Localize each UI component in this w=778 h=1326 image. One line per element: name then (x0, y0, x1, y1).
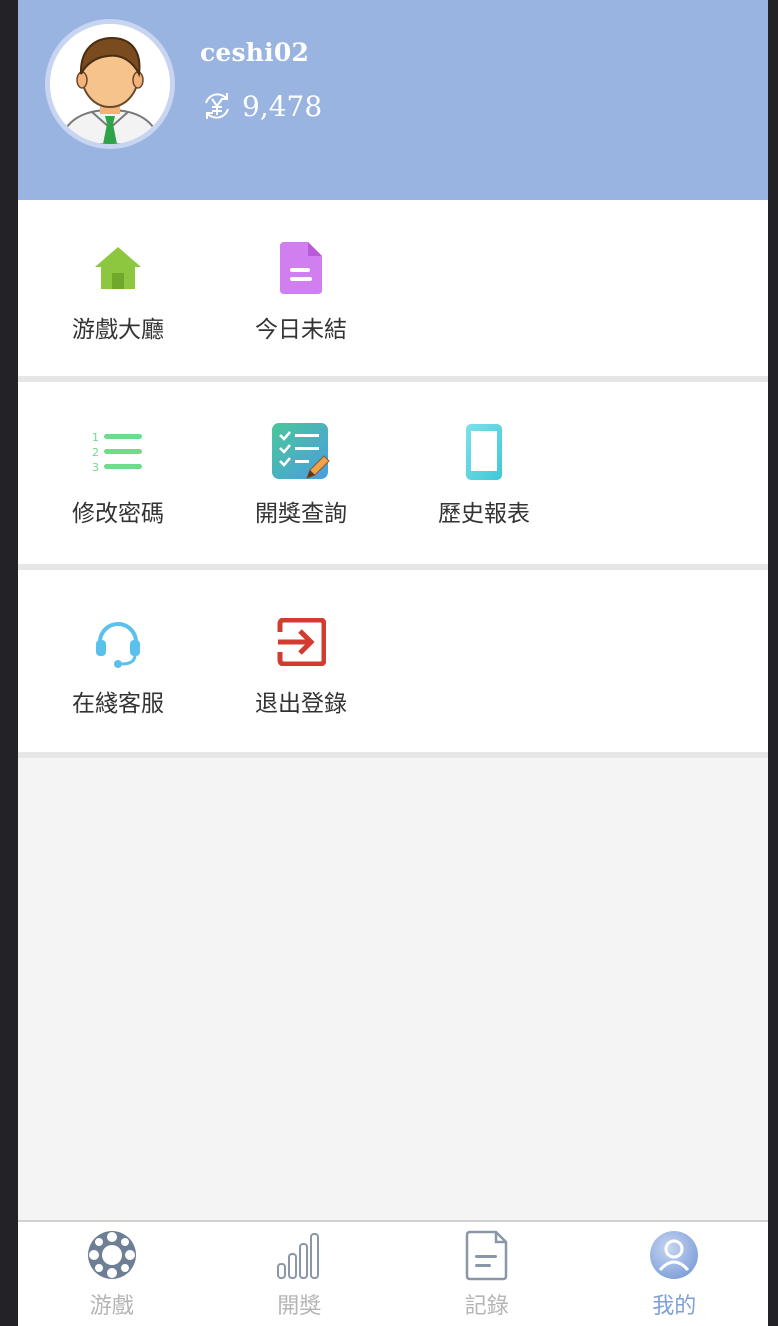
menu-item-label: 今日未結 (255, 317, 347, 343)
logout-icon (271, 612, 331, 672)
menu-item-draw-results[interactable]: 開獎查詢 (236, 422, 366, 528)
menu-item-label: 在綫客服 (72, 691, 164, 717)
username: ceshi02 (200, 38, 310, 67)
tab-records[interactable]: 記錄 (393, 1222, 581, 1326)
user-avatar-icon[interactable] (50, 24, 170, 144)
home-icon (88, 238, 148, 298)
tablet-icon (454, 422, 514, 482)
menu-item-today-unsettled[interactable]: 今日未結 (236, 238, 366, 344)
tab-label: 記錄 (464, 1294, 509, 1319)
balance-value: 9,478 (242, 89, 323, 123)
menu-item-label: 歷史報表 (438, 501, 530, 527)
numbered-list-icon: 1 2 3 (88, 422, 148, 482)
tab-label: 游戲 (89, 1294, 134, 1319)
menu-section-3: 在綫客服 退出登錄 (18, 570, 768, 752)
checklist-icon (271, 422, 331, 482)
svg-text:2: 2 (92, 446, 99, 459)
menu-section-1: 游戲大廳 今日未結 (18, 200, 768, 376)
tab-label: 開獎 (277, 1294, 322, 1319)
app-screen: ceshi02 9,478 游戲大廳 今日未結 1 2 3 修改密碼 開獎查詢 … (18, 0, 768, 1326)
section-divider (18, 752, 768, 758)
tab-games[interactable]: 游戲 (18, 1222, 206, 1326)
menu-item-game-lobby[interactable]: 游戲大廳 (53, 238, 183, 344)
profile-icon (650, 1231, 699, 1279)
balance-display: 9,478 (200, 86, 322, 126)
menu-item-label: 開獎查詢 (255, 501, 347, 527)
headset-icon (88, 612, 148, 672)
yuan-exchange-icon (205, 93, 229, 119)
tab-label: 我的 (652, 1294, 697, 1319)
record-document-icon (465, 1230, 507, 1281)
menu-item-change-password[interactable]: 1 2 3 修改密碼 (53, 422, 183, 528)
svg-text:1: 1 (92, 431, 99, 444)
menu-item-label: 游戲大廳 (72, 317, 164, 343)
bar-chart-icon (277, 1233, 320, 1279)
document-icon (271, 238, 331, 298)
menu-item-history-report[interactable]: 歷史報表 (419, 422, 549, 528)
svg-text:3: 3 (92, 461, 99, 474)
tab-lottery-draw[interactable]: 開獎 (206, 1222, 394, 1326)
profile-header: ceshi02 9,478 (18, 0, 768, 200)
bottom-tab-bar: 游戲 開獎 記錄 我的 (18, 1220, 768, 1326)
game-wheel-icon (87, 1231, 136, 1279)
menu-item-label: 修改密碼 (72, 501, 164, 527)
menu-item-logout[interactable]: 退出登錄 (236, 612, 366, 718)
menu-item-online-support[interactable]: 在綫客服 (53, 612, 183, 718)
menu-section-2: 1 2 3 修改密碼 開獎查詢 歷史報表 (18, 382, 768, 564)
tab-mine[interactable]: 我的 (581, 1222, 769, 1326)
menu-item-label: 退出登錄 (255, 691, 347, 717)
